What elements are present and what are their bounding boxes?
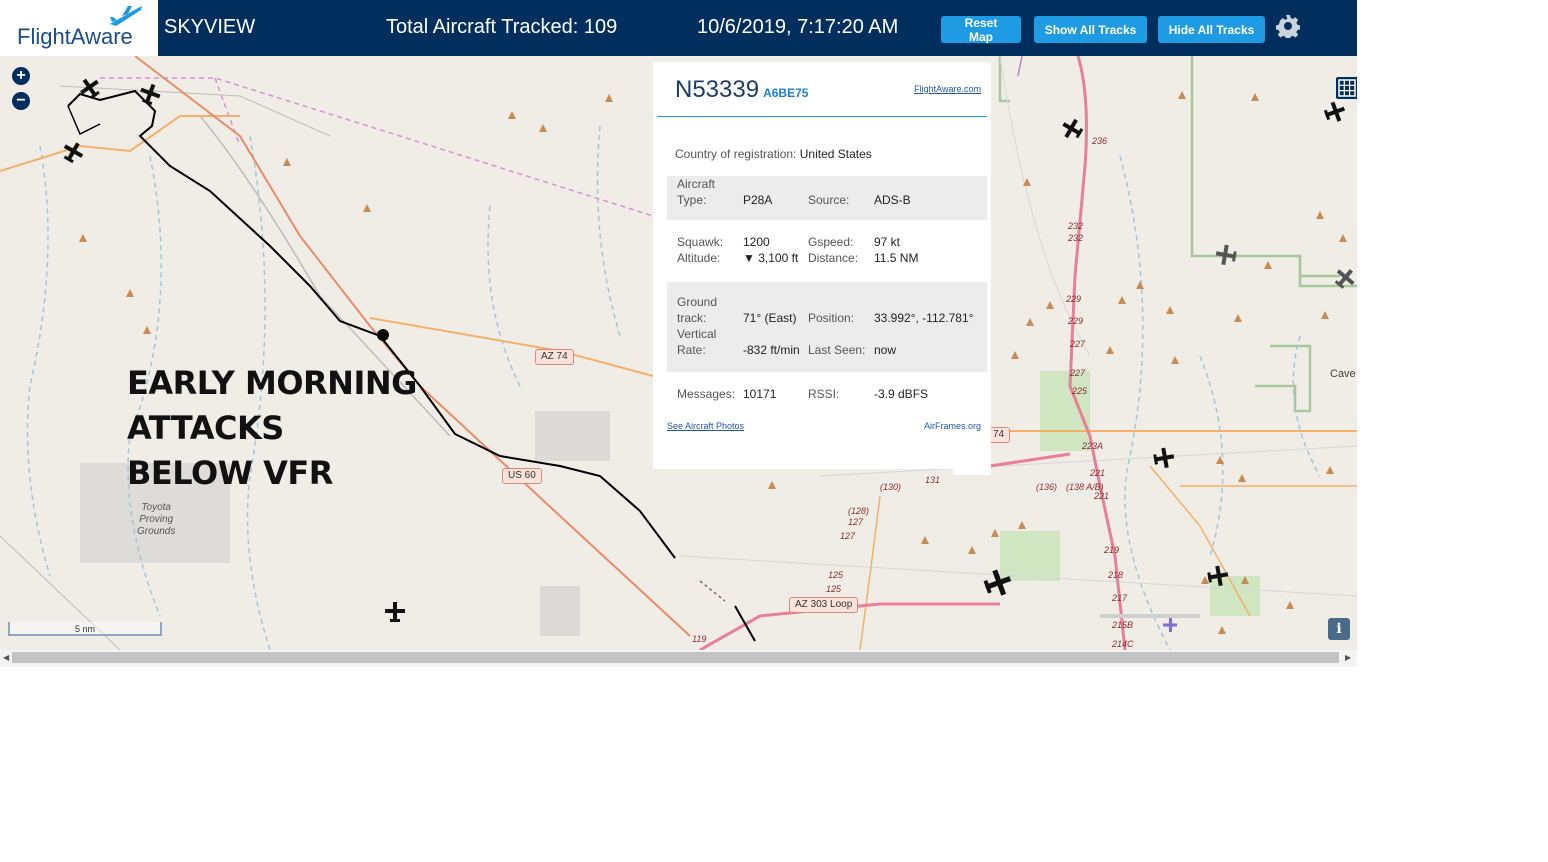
- mile-marker: 125: [828, 570, 844, 580]
- mile-marker: 218: [1108, 570, 1124, 580]
- mile-marker: 221: [1090, 468, 1106, 478]
- position-label: Position:: [808, 311, 855, 325]
- map-label-cave: Cave: [1330, 368, 1356, 380]
- aircraft-photos-link[interactable]: See Aircraft Photos: [667, 421, 744, 431]
- reset-map-button[interactable]: Reset Map: [941, 16, 1021, 44]
- mile-marker: 229: [1066, 294, 1082, 304]
- hex-id: A6BE75: [763, 86, 809, 100]
- route-shield-us60: US 60: [502, 468, 542, 484]
- show-all-tracks-button[interactable]: Show All Tracks: [1034, 16, 1147, 43]
- annotation-line-2: ATTACKS: [127, 409, 284, 447]
- app-title: SKYVIEW: [164, 16, 256, 38]
- vertical-rate-value: -832 ft/min: [743, 343, 800, 357]
- route-label-119: 119: [692, 634, 707, 644]
- messages-label: Messages:: [677, 387, 736, 401]
- mile-marker: 131: [925, 475, 941, 485]
- map-scale: 5 nm: [8, 622, 162, 636]
- mile-marker: 217: [1112, 593, 1128, 603]
- grid-icon: [1338, 79, 1356, 97]
- gear-icon[interactable]: [1276, 14, 1300, 38]
- flight-id-heading: N53339 A6BE75: [675, 76, 808, 104]
- altitude-value: ▼ 3,100 ft: [743, 251, 799, 265]
- position-value: 33.992°, -112.781°: [874, 311, 974, 325]
- mile-marker: 223A: [1082, 441, 1104, 451]
- flightaware-link[interactable]: FlightAware.com: [914, 84, 981, 94]
- aircraft-count: Total Aircraft Tracked: 109: [386, 16, 618, 38]
- skyview-app: FlightAware SKYVIEW Total Aircraft Track…: [0, 0, 1357, 667]
- scroll-thumb[interactable]: [12, 652, 1339, 663]
- header-bar: FlightAware SKYVIEW Total Aircraft Track…: [0, 0, 1357, 56]
- mile-marker: 227: [1070, 368, 1086, 378]
- annotation-line-1: EARLY MORNING: [127, 364, 417, 402]
- mile-marker: 229: [1068, 316, 1084, 326]
- mile-marker: 127: [840, 531, 856, 541]
- datetime: 10/6/2019, 7:17:20 AM: [697, 16, 899, 38]
- rssi-value: -3.9 dBFS: [874, 387, 929, 401]
- mile-marker: 219: [1104, 545, 1120, 555]
- horizontal-scrollbar[interactable]: ◀ ▶: [0, 650, 1357, 667]
- annotation-line-3: BELOW VFR: [127, 454, 333, 492]
- mile-marker: (136): [1036, 482, 1058, 492]
- mile-marker: 236: [1092, 136, 1108, 146]
- ground-track-value: 71° (East): [743, 311, 797, 325]
- source-value: ADS-B: [874, 193, 911, 207]
- rssi-label: RSSI:: [808, 387, 840, 401]
- flightaware-logo[interactable]: FlightAware: [0, 0, 158, 56]
- last-seen-label: Last Seen:: [808, 343, 866, 357]
- zoom-out-button[interactable]: −: [12, 92, 30, 110]
- map-label-toyota: Toyota Proving Grounds: [137, 502, 176, 537]
- ground-track-row: Ground track: 71° (East) Position: 33.99…: [667, 282, 987, 372]
- mile-marker: 232: [1068, 221, 1084, 231]
- logo-text: FlightAware: [17, 24, 133, 49]
- country-label: Country of registration:: [675, 147, 797, 161]
- distance-value: 11.5 NM: [874, 251, 919, 265]
- scroll-right-icon[interactable]: ▶: [1345, 653, 1351, 662]
- squawk-value: 1200: [743, 235, 770, 249]
- mile-marker: 227: [1070, 339, 1086, 349]
- scroll-left-icon[interactable]: ◀: [3, 653, 9, 662]
- gspeed-value: 97 kt: [874, 235, 901, 249]
- distance-label: Distance:: [808, 251, 859, 265]
- mile-marker: 232: [1068, 233, 1084, 243]
- aircraft-info-popup: N53339 A6BE75 FlightAware.com Country of …: [653, 62, 991, 475]
- country-value: United States: [799, 147, 872, 161]
- squawk-label: Squawk:: [677, 235, 724, 249]
- mile-marker: (138 A/B): [1066, 482, 1104, 492]
- mile-marker: 125: [826, 584, 842, 594]
- selected-aircraft-marker: [377, 329, 389, 341]
- mile-marker: 215B: [1112, 620, 1134, 630]
- messages-value: 10171: [743, 387, 777, 401]
- ground-track-label: Ground track:: [677, 295, 718, 325]
- vertical-rate-label: Vertical Rate:: [677, 327, 717, 357]
- mile-marker: (130): [880, 482, 902, 492]
- last-seen-value: now: [874, 343, 897, 357]
- source-label: Source:: [808, 193, 850, 207]
- grid-menu-button[interactable]: [1336, 77, 1357, 99]
- route-shield-az74: AZ 74: [535, 349, 574, 365]
- aircraft-type-row: Aircraft Type: P28A Source: ADS-B: [667, 176, 987, 220]
- messages-row: Messages: 10171 RSSI: -3.9 dBFS: [667, 386, 987, 406]
- aircraft-type-label: Aircraft Type:: [677, 177, 716, 207]
- hide-all-tracks-button[interactable]: Hide All Tracks: [1158, 16, 1265, 43]
- mile-marker: 221: [1094, 491, 1110, 501]
- route-shield-az303: AZ 303 Loop: [789, 597, 859, 613]
- gspeed-label: Gspeed:: [808, 235, 854, 249]
- squawk-row: Squawk: 1200 Gspeed: 97 kt Altitude: ▼ 3…: [667, 234, 987, 274]
- country-row: Country of registration: United States: [675, 147, 872, 161]
- airframes-link[interactable]: AirFrames.org: [924, 421, 981, 431]
- aircraft-type-value: P28A: [743, 193, 773, 207]
- annotation-text: EARLY MORNING ATTACKS BELOW VFR: [127, 361, 417, 496]
- altitude-label: Altitude:: [677, 251, 721, 265]
- info-button[interactable]: i: [1328, 618, 1350, 640]
- mile-marker: (128): [848, 506, 870, 516]
- popup-divider: [657, 116, 987, 117]
- flight-id: N53339: [675, 76, 760, 103]
- zoom-in-button[interactable]: +: [12, 67, 30, 85]
- mile-marker: 127: [848, 517, 864, 527]
- mile-marker: 214C: [1112, 639, 1134, 649]
- mile-marker: 225: [1072, 386, 1088, 396]
